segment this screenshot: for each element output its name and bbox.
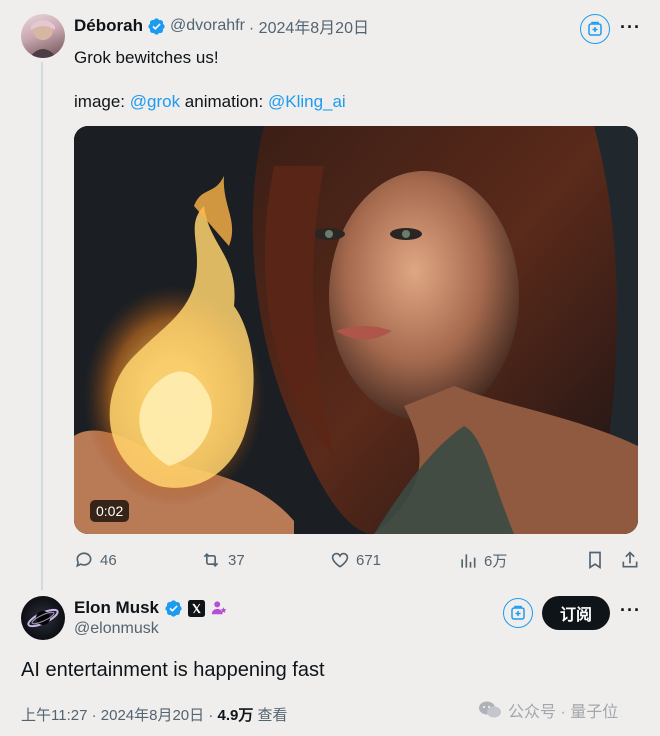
reply-text: AI entertainment is happening fast: [21, 659, 325, 681]
reply-icon: [76, 552, 92, 568]
author-handle[interactable]: @dvorahfr: [170, 17, 245, 35]
grok-add-icon: [511, 605, 525, 620]
views-count: 6万: [484, 553, 508, 570]
like-icon: [331, 552, 349, 568]
tweet-header: Déborah @dvorahfr · 2024年8月20日: [74, 14, 369, 38]
like-count: 671: [356, 551, 382, 569]
tweet-date[interactable]: · 2024年8月20日: [249, 14, 369, 38]
reply-author-name[interactable]: Elon Musk: [74, 598, 159, 618]
tweet-text: Grok bewitches us!: [74, 48, 219, 67]
bookmark-button[interactable]: [585, 550, 605, 575]
verified-badge-icon: [165, 599, 182, 617]
x-logo-icon[interactable]: [188, 599, 206, 617]
retweet-icon: [203, 552, 219, 568]
share-button[interactable]: [620, 550, 640, 575]
retweet-count: 37: [228, 551, 245, 569]
reply-views-label: 查看: [253, 707, 288, 724]
author-name[interactable]: Déborah: [74, 16, 143, 36]
tweet-video[interactable]: 0:02: [74, 126, 638, 534]
mention-kling[interactable]: @Kling_ai: [268, 92, 346, 111]
reply-time[interactable]: 上午11:27 · 2024年8月20日 ·: [21, 707, 217, 724]
mention-grok[interactable]: @grok: [130, 92, 180, 111]
watermark: 公众号 · 量子位: [478, 698, 618, 722]
tweet-credits: image: @grok animation: @Kling_ai: [74, 91, 346, 113]
reply-count: 46: [100, 551, 117, 569]
reply-header: Elon Musk: [74, 596, 228, 620]
retweet-action[interactable]: 37: [200, 550, 245, 570]
views-icon: [461, 553, 476, 568]
video-frame: [74, 126, 638, 534]
more-icon[interactable]: ···: [620, 600, 641, 621]
reply-views-count: 4.9万: [217, 707, 254, 724]
author-avatar[interactable]: [21, 14, 65, 58]
wechat-icon: [479, 701, 501, 718]
affiliate-icon: [211, 601, 227, 615]
views-action[interactable]: 6万: [458, 550, 507, 571]
more-icon[interactable]: ···: [620, 17, 641, 38]
reply-author-handle[interactable]: @elonmusk: [74, 620, 159, 638]
grok-add-button[interactable]: [580, 14, 610, 44]
subscribe-button[interactable]: 订阅: [542, 596, 610, 630]
like-action[interactable]: 671: [330, 550, 381, 570]
grok-add-icon: [588, 21, 602, 36]
credit-prefix: image:: [74, 92, 130, 111]
bookmark-icon: [589, 551, 601, 570]
reply-meta: 上午11:27 · 2024年8月20日 · 4.9万 查看: [21, 704, 288, 725]
share-icon: [622, 551, 638, 568]
reply-action[interactable]: 46: [74, 550, 117, 570]
verified-badge-icon: [148, 17, 165, 35]
credit-middle: animation:: [180, 92, 268, 111]
reply-avatar[interactable]: [21, 596, 65, 640]
watermark-text: 公众号 · 量子位: [508, 704, 619, 721]
video-timestamp: 0:02: [90, 500, 130, 522]
grok-add-button[interactable]: [503, 598, 533, 628]
thread-line: [41, 62, 43, 590]
